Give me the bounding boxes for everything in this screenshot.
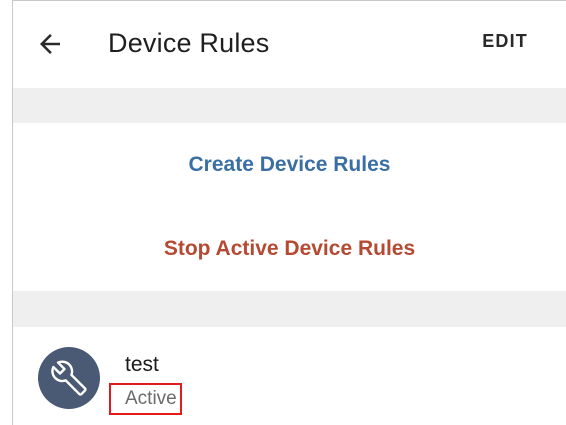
back-button[interactable] bbox=[27, 21, 73, 67]
edit-button[interactable]: EDIT bbox=[482, 31, 528, 52]
wrench-icon bbox=[51, 360, 87, 396]
app-bar: Device Rules EDIT bbox=[13, 1, 566, 88]
rule-avatar bbox=[38, 347, 100, 409]
arrow-left-icon bbox=[40, 34, 60, 54]
stop-active-device-rules-button[interactable]: Stop Active Device Rules bbox=[13, 207, 566, 291]
rule-status-badge: Active bbox=[109, 383, 182, 415]
page-title: Device Rules bbox=[108, 28, 270, 58]
rule-name: test bbox=[125, 353, 159, 376]
section-divider bbox=[13, 291, 566, 327]
rule-list-item[interactable]: test Active bbox=[13, 327, 566, 425]
device-rules-screen: Device Rules EDIT Create Device Rules St… bbox=[12, 0, 566, 425]
create-device-rules-button[interactable]: Create Device Rules bbox=[13, 123, 566, 208]
section-divider bbox=[13, 88, 566, 123]
